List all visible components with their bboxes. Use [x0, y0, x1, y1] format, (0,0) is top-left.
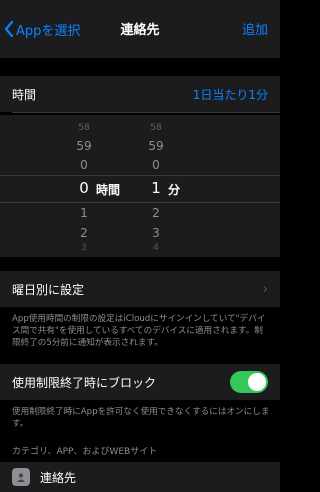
picker-minute-selected[interactable]: 1	[144, 179, 168, 197]
page-title: 連絡先	[120, 23, 160, 38]
picker-minute-item[interactable]: 58	[144, 123, 168, 133]
time-picker[interactable]: 58 59 0 0 1 2 3 時間 58 59 0 1 2 3 4 分	[0, 115, 280, 257]
picker-selection-band	[0, 175, 280, 203]
picker-hour-item[interactable]: 2	[72, 226, 96, 240]
block-footnote: 使用制限終了時にAppを許可なく使用できなくするにはオンにします。	[12, 407, 270, 429]
picker-minute-item[interactable]: 4	[144, 243, 168, 253]
weekday-label: 曜日別に設定	[12, 282, 85, 297]
picker-hour-item[interactable]: 1	[72, 206, 96, 220]
picker-hours-unit: 時間	[96, 183, 121, 197]
picker-hour-item[interactable]: 58	[72, 123, 96, 133]
block-label: 使用制限終了時にブロック	[12, 375, 157, 390]
picker-minutes-unit: 分	[168, 183, 181, 197]
time-label: 時間	[12, 87, 37, 102]
block-group: 使用制限終了時にブロック	[0, 364, 280, 400]
picker-hour-item[interactable]: 3	[72, 243, 96, 253]
picker-hour-item[interactable]: 0	[72, 158, 96, 172]
divider	[12, 112, 280, 113]
app-row[interactable]: 連絡先	[0, 462, 280, 492]
picker-minute-item[interactable]: 0	[144, 158, 168, 172]
navigation-bar: Appを選択 連絡先 追加	[0, 0, 280, 58]
weekday-row[interactable]: 曜日別に設定 ›	[0, 271, 280, 307]
category-section-header: カテゴリ、APP、およびWEBサイト	[12, 447, 158, 457]
chevron-right-icon: ›	[262, 281, 268, 297]
picker-minute-item[interactable]: 59	[144, 139, 168, 153]
time-row[interactable]: 時間 1日当たり1分	[0, 76, 280, 112]
block-toggle[interactable]	[230, 371, 268, 393]
picker-minute-item[interactable]: 3	[144, 226, 168, 240]
time-value: 1日当たり1分	[192, 87, 268, 102]
picker-hour-selected[interactable]: 0	[72, 179, 96, 197]
add-button[interactable]: 追加	[242, 19, 268, 38]
weekday-footnote: App使用時間の制限の設定はiCloudにサインインしていて"デバイス間で共有"…	[12, 314, 266, 348]
picker-hour-item[interactable]: 59	[72, 139, 96, 153]
weekday-group: 曜日別に設定 ›	[0, 271, 280, 307]
toggle-knob	[248, 373, 266, 391]
picker-minute-item[interactable]: 2	[144, 206, 168, 220]
app-name: 連絡先	[40, 470, 77, 485]
contacts-icon	[12, 468, 30, 486]
time-group: 時間 1日当たり1分	[0, 76, 280, 112]
